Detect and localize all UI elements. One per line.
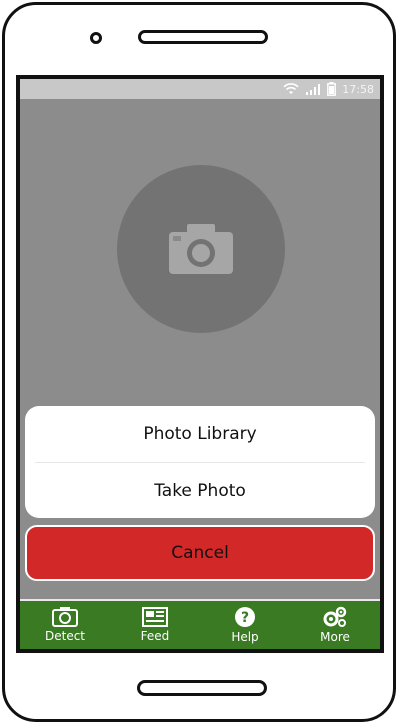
tab-detect-label: Detect <box>44 629 85 643</box>
content-overlay: Photo Library Take Photo Cancel <box>20 99 380 595</box>
tab-help-label: Help <box>231 630 259 644</box>
tab-feed[interactable]: Feed <box>110 601 200 649</box>
gears-icon <box>323 606 347 627</box>
camera-icon <box>52 607 78 627</box>
help-icon: ? <box>235 607 255 627</box>
newspaper-icon <box>142 607 168 627</box>
battery-icon <box>327 82 337 96</box>
camera-icon <box>169 224 233 274</box>
cancel-button[interactable]: Cancel <box>25 525 375 581</box>
tab-bar: Detect Feed ? Help More <box>20 599 380 649</box>
take-photo-option[interactable]: Take Photo <box>25 463 375 518</box>
photo-placeholder[interactable] <box>117 165 285 333</box>
screen: 17:58 Photo Library Take Photo Cancel De… <box>16 75 384 653</box>
status-bar: 17:58 <box>20 79 380 99</box>
tab-more-label: More <box>320 630 350 644</box>
signal-icon <box>305 83 321 95</box>
photo-library-option[interactable]: Photo Library <box>25 406 375 462</box>
tab-detect[interactable]: Detect <box>20 601 110 649</box>
wifi-icon <box>283 83 299 95</box>
speaker-slot <box>138 30 268 44</box>
front-camera-dot <box>90 32 102 44</box>
status-time: 17:58 <box>342 82 374 96</box>
svg-text:?: ? <box>241 610 249 626</box>
home-button[interactable] <box>137 680 267 696</box>
tab-help[interactable]: ? Help <box>200 601 290 649</box>
tab-more[interactable]: More <box>290 601 380 649</box>
tab-feed-label: Feed <box>140 629 170 643</box>
action-sheet: Photo Library Take Photo <box>25 406 375 518</box>
